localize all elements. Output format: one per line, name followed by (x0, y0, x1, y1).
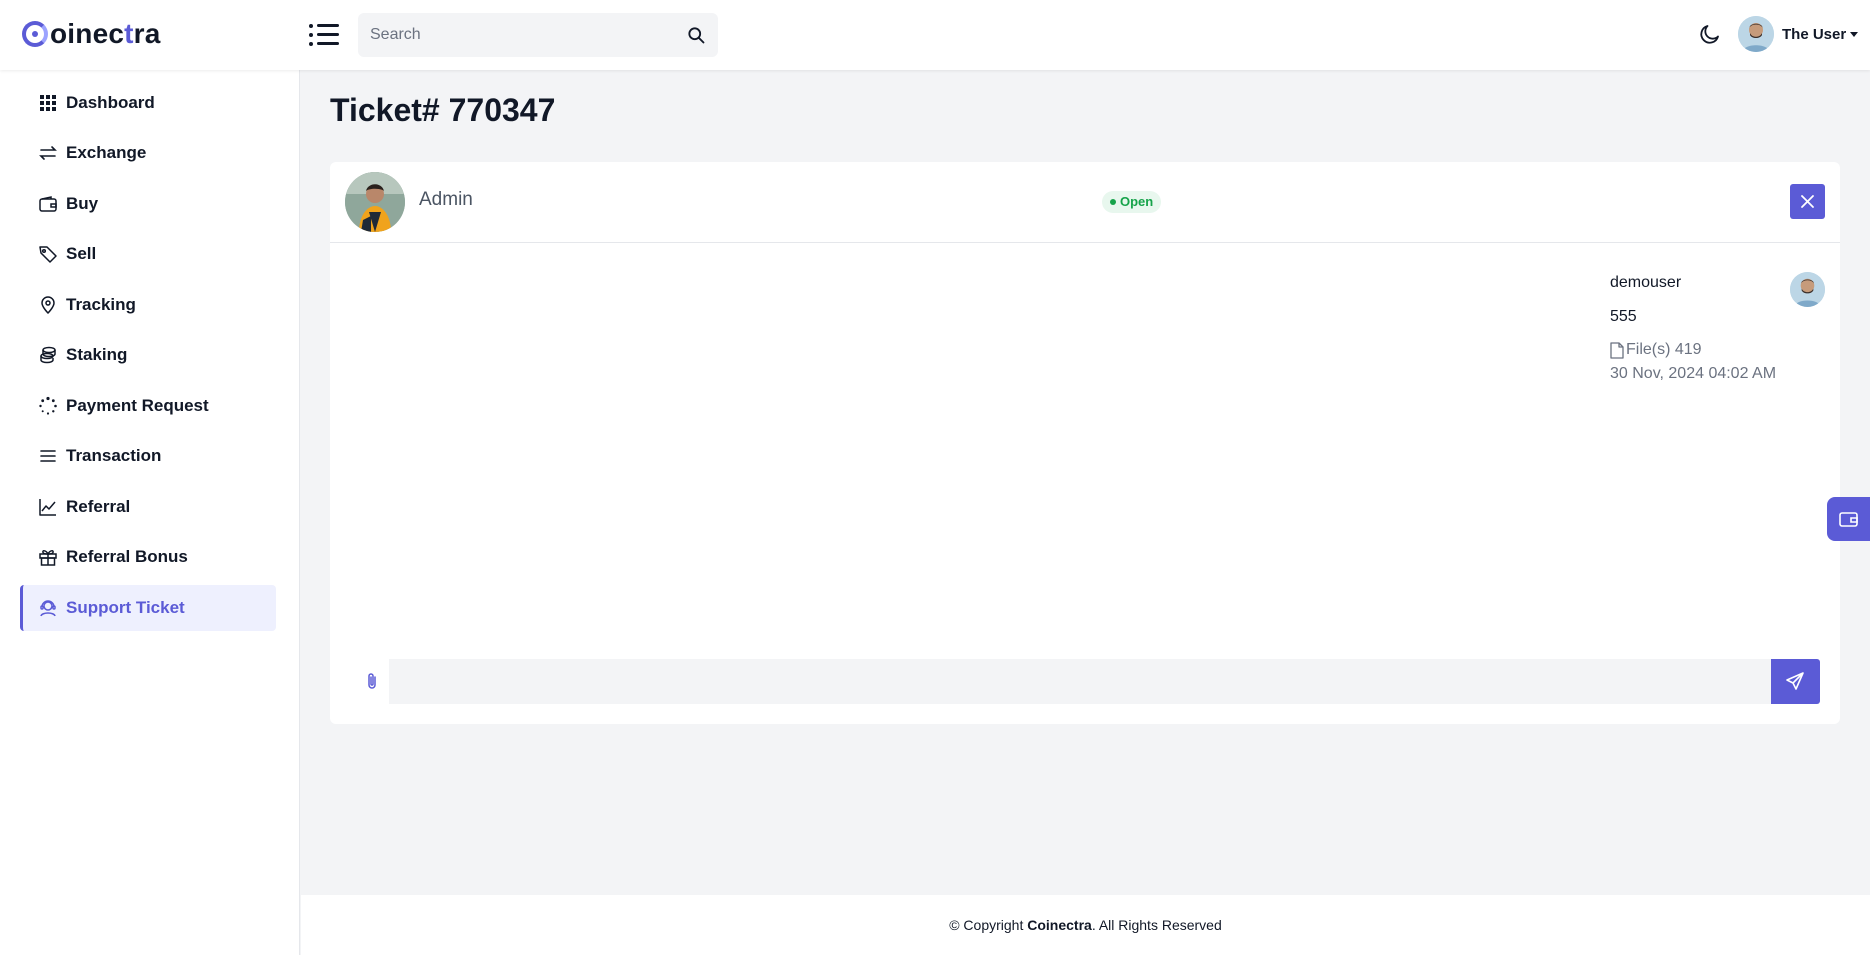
location-pin-icon (41, 296, 55, 315)
brand-name-start: oinec (50, 18, 125, 49)
page-title: Ticket# 770347 (330, 92, 556, 128)
footer: © Copyright Coinectra. All Rights Reserv… (301, 895, 1870, 955)
sidebar-item-label: Payment Request (66, 396, 209, 415)
wallet-icon (1839, 512, 1858, 527)
sidebar-item-label: Referral Bonus (66, 547, 188, 566)
gift-icon (39, 550, 57, 566)
attachment-label: File(s) 419 (1626, 341, 1702, 358)
sidebar-item-support-ticket[interactable]: Support Ticket (20, 585, 276, 631)
message-author: demouser (1610, 274, 1682, 291)
file-icon (1610, 341, 1624, 359)
message-timestamp: 30 Nov, 2024 04:02 AM (1610, 365, 1777, 382)
sidebar-item-transaction[interactable]: Transaction (20, 433, 276, 479)
message-attachment-link[interactable]: File(s) 419 (1610, 341, 1702, 359)
sidebar-item-label: Support Ticket (66, 598, 185, 617)
brand-logo[interactable]: oinec t ra (22, 18, 161, 50)
spinner-icon (39, 396, 57, 415)
sidebar-item-label: Dashboard (66, 93, 155, 112)
wallet-icon (39, 196, 57, 212)
sidebar-item-buy[interactable]: Buy (20, 181, 276, 227)
sidebar: Dashboard Exchange Buy Sell Tracking Sta… (0, 70, 300, 955)
sidebar-item-sell[interactable]: Sell (20, 231, 276, 277)
tag-icon (39, 246, 57, 263)
coins-icon (40, 346, 56, 364)
search-icon[interactable] (686, 25, 706, 45)
swap-icon (39, 146, 57, 160)
chart-line-icon (39, 499, 56, 516)
sidebar-item-label: Transaction (66, 446, 162, 465)
close-icon (1801, 195, 1814, 208)
assignee-name: Admin (419, 189, 473, 210)
brand-name-accent: t (124, 18, 134, 49)
sidebar-item-label: Sell (66, 244, 97, 263)
grid-icon (40, 95, 56, 111)
send-icon (1786, 672, 1804, 690)
sidebar-item-label: Exchange (66, 143, 147, 162)
search-box (358, 13, 718, 57)
chevron-down-icon (1850, 31, 1859, 37)
brand-name-end: ra (133, 18, 161, 49)
sidebar-item-referral[interactable]: Referral (20, 484, 276, 530)
list-icon (40, 450, 56, 462)
sidebar-item-dashboard[interactable]: Dashboard (20, 80, 276, 126)
message-author-avatar (1790, 272, 1825, 307)
floating-wallet-button[interactable] (1827, 497, 1870, 541)
sidebar-item-label: Referral (66, 497, 131, 516)
user-avatar (1738, 16, 1774, 52)
user-menu[interactable]: The User (1738, 16, 1859, 52)
message-text: 555 (1610, 308, 1637, 325)
send-message-button[interactable] (1771, 659, 1820, 704)
paperclip-icon[interactable] (363, 671, 381, 691)
top-header: oinectra The User (0, 0, 1870, 70)
sidebar-item-staking[interactable]: Staking (20, 332, 276, 378)
support-agent-icon (40, 600, 56, 617)
status-badge: Open (1102, 191, 1162, 213)
sidebar-item-label: Tracking (66, 295, 136, 314)
footer-brand: Coinectra (1027, 917, 1092, 933)
admin-avatar (345, 172, 405, 232)
copyright-text: © Copyright Coinectra. All Rights Reserv… (949, 917, 1222, 933)
sidebar-item-label: Buy (66, 194, 99, 213)
reply-message-input[interactable] (389, 659, 1771, 704)
menu-toggle-icon[interactable] (309, 22, 339, 48)
sidebar-item-label: Staking (66, 345, 128, 364)
sidebar-item-tracking[interactable]: Tracking (20, 282, 276, 328)
close-ticket-button[interactable] (1790, 184, 1825, 219)
dark-mode-moon-icon[interactable] (1698, 22, 1722, 46)
ticket-header: Admin Open (330, 162, 1840, 243)
search-input[interactable] (358, 13, 668, 57)
user-name: The User (1782, 25, 1847, 43)
sidebar-item-referral-bonus[interactable]: Referral Bonus (20, 534, 276, 580)
logo-mark-icon (22, 21, 48, 47)
ticket-card: Admin Open demouser 555 File(s) 419 30 N… (330, 162, 1840, 724)
sidebar-item-payment-request[interactable]: Payment Request (20, 383, 276, 429)
sidebar-item-exchange[interactable]: Exchange (20, 130, 276, 176)
